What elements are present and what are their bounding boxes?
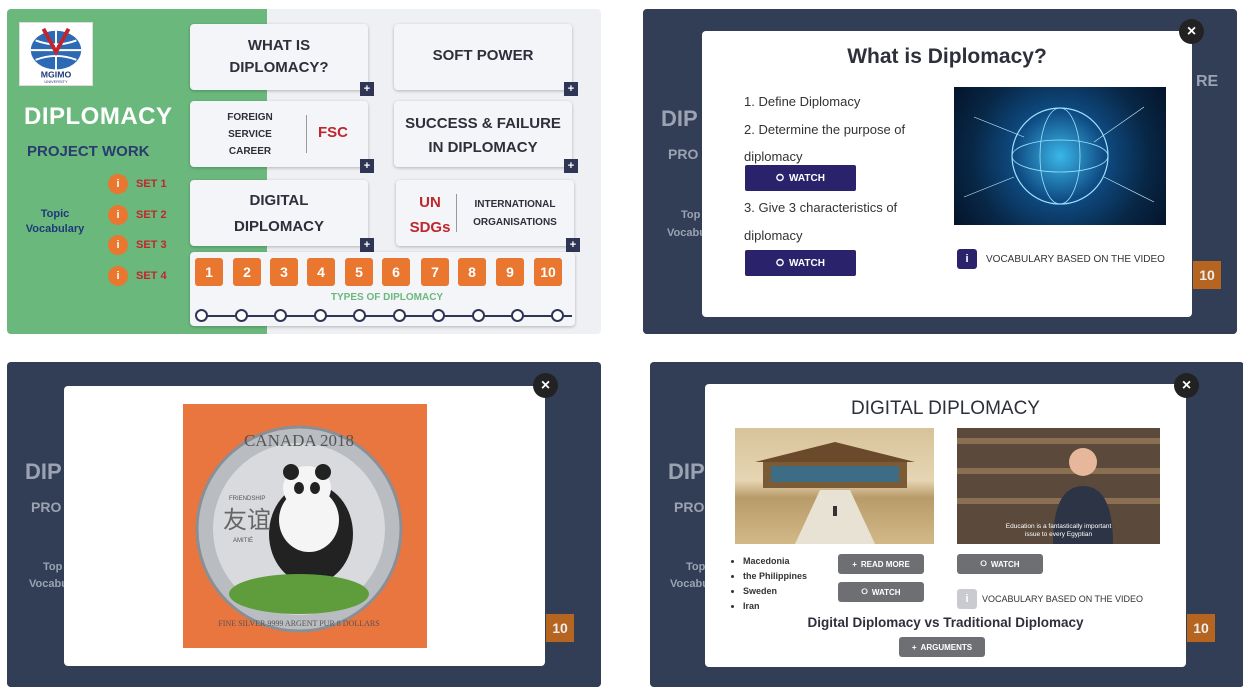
eye-icon: ⭘ [776,172,785,184]
type-number-6-button[interactable]: 6 [382,258,410,286]
list-item: Sweden [743,584,807,599]
timeline-dot[interactable] [471,309,485,322]
board-panel: MGIMO UNIVERSITY DIPLOMACY PROJECT WORK … [7,9,601,334]
mgimo-logo: MGIMO UNIVERSITY [19,22,93,86]
topic-vocabulary-label: Topic Vocabulary [25,208,85,235]
coin-modal: CANADA 2018 FRIENDSHIP 友谊 AMITIÉ FINE SI… [64,386,545,666]
video-thumbnail[interactable]: Education is a fantastically important is… [957,428,1160,544]
svg-text:友谊: 友谊 [223,506,271,534]
timeline-dot[interactable] [353,309,366,322]
eye-icon: ⭘ [980,559,987,568]
modal-title: DIGITAL DIPLOMACY [851,398,1040,419]
watch-button[interactable]: ⭘ WATCH [745,165,856,191]
timeline-dot[interactable] [234,309,248,322]
card-success-failure[interactable]: SUCCESS & FAILURE IN DIPLOMACY + [394,101,578,173]
set-3-button[interactable]: i SET 3 [108,235,167,255]
what-is-diplomacy-panel: RE DIP PRO Top Vocabu 10 What is Diploma… [643,9,1237,334]
type-number-1-button[interactable]: 1 [195,258,223,286]
arguments-button[interactable]: + ARGUMENTS [899,637,985,657]
coin-panel: DIP PRO Top Vocabu 10 CANADA 2018 FRIEND… [7,362,601,687]
list-item: the Philippines [743,569,807,584]
comparison-title: Digital Diplomacy vs Traditional Diploma… [807,615,1084,630]
info-icon[interactable]: i [957,589,977,609]
info-icon: i [108,266,128,286]
what-is-diplomacy-modal: What is Diplomacy? 1. Define Diplomacy 2… [702,31,1192,317]
type-number-8-button[interactable]: 8 [458,258,486,286]
close-icon[interactable]: × [1174,373,1199,398]
plus-icon[interactable]: + [360,82,374,96]
card-digital-diplomacy[interactable]: DIGITAL DIPLOMACY + [190,180,374,252]
type-number-4-button[interactable]: 4 [307,258,335,286]
list-item: Macedonia [743,554,807,569]
card-what-is-diplomacy[interactable]: WHAT IS DIPLOMACY? + [190,24,374,96]
card-un-sdgs[interactable]: UN SDGs INTERNATIONAL ORGANISATIONS + [396,180,580,252]
timeline-dot[interactable] [274,309,287,322]
globe-image [954,87,1166,225]
read-more-button[interactable]: + READ MORE [838,554,924,574]
plus-icon[interactable]: + [564,159,578,173]
vocabulary-link[interactable]: VOCABULARY BASED ON THE VIDEO [982,594,1143,604]
set-1-button[interactable]: i SET 1 [108,174,167,194]
info-icon: i [108,235,128,255]
eye-icon: ⭘ [776,257,785,269]
set-4-button[interactable]: i SET 4 [108,266,167,286]
watch-button-2[interactable]: ⭘ WATCH [957,554,1043,574]
plus-icon[interactable]: + [564,82,578,96]
card-foreign-service-career[interactable]: FOREIGN SERVICE CAREER FSC + [190,101,374,173]
type-number-9-button[interactable]: 9 [496,258,524,286]
eye-icon: ⭘ [861,587,868,596]
card-soft-power[interactable]: SOFT POWER + [394,24,578,96]
types-of-diplomacy-label: TYPES OF DIPLOMACY [330,292,444,303]
timeline-dot[interactable] [195,309,208,322]
svg-text:FRIENDSHIP: FRIENDSHIP [229,496,265,502]
type-number-5-button[interactable]: 5 [345,258,373,286]
svg-text:CANADA 2018: CANADA 2018 [244,431,354,450]
info-icon: i [108,174,128,194]
close-icon[interactable]: × [1179,19,1204,44]
board-subtitle: PROJECT WORK [27,143,150,160]
embassy-image [735,428,934,544]
svg-text:FINE SILVER 9999 ARGENT PUR 8: FINE SILVER 9999 ARGENT PUR 8 DOLLARS [218,619,379,628]
board-title: DIPLOMACY [24,103,173,130]
plus-icon: + [911,642,917,652]
plus-icon[interactable]: + [566,238,580,252]
type-number-2-button[interactable]: 2 [233,258,261,286]
plus-icon[interactable]: + [360,238,374,252]
set-2-button[interactable]: i SET 2 [108,205,167,225]
timeline-dot[interactable] [313,309,327,322]
video-caption: Education is a fantastically important is… [1005,523,1112,538]
task-list: 1. Define Diplomacy 2. Determine the pur… [744,94,906,164]
plus-icon: + [852,559,857,569]
digital-diplomacy-panel: DIP PRO Top Vocabu 10 DIGITAL DIPLOMACY [650,362,1243,687]
type-number-7-button[interactable]: 7 [421,258,449,286]
info-icon: i [108,205,128,225]
timeline-dot[interactable] [432,309,445,322]
vocabulary-link[interactable]: VOCABULARY BASED ON THE VIDEO [986,254,1165,265]
list-item: Iran [743,599,807,614]
info-icon[interactable]: i [957,249,977,269]
modal-title: What is Diplomacy? [847,45,1047,68]
watch-button[interactable]: ⭘ WATCH [838,582,924,602]
svg-text:UNIVERSITY: UNIVERSITY [44,79,68,84]
watch-button-2[interactable]: ⭘ WATCH [745,250,856,276]
close-icon[interactable]: × [533,373,558,398]
digital-diplomacy-modal: DIGITAL DIPLOMACY Education is a fantast… [705,384,1186,667]
timeline-dot[interactable] [550,309,564,322]
timeline-dot[interactable] [511,309,524,322]
board: MGIMO UNIVERSITY DIPLOMACY PROJECT WORK … [7,9,601,334]
timeline-dot[interactable] [392,309,406,322]
svg-text:AMITIÉ: AMITIÉ [233,537,253,544]
type-number-3-button[interactable]: 3 [270,258,298,286]
svg-text:MGIMO: MGIMO [41,69,72,79]
plus-icon[interactable]: + [360,159,374,173]
country-list: Macedonia the Philippines Sweden Iran [743,554,807,614]
coin-image: CANADA 2018 FRIENDSHIP 友谊 AMITIÉ FINE SI… [183,404,427,648]
type-number-10-button[interactable]: 10 [534,258,562,286]
